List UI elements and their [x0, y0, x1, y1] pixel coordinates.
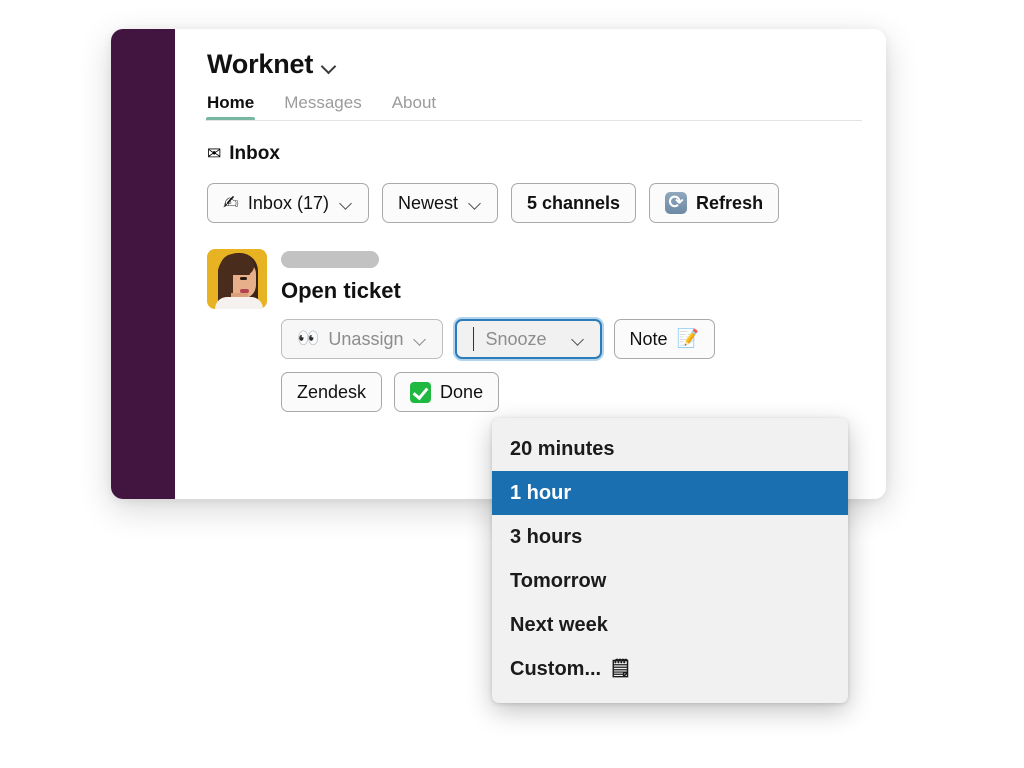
workspace-title-row[interactable]: Worknet [207, 51, 886, 78]
unassign-label: Unassign [328, 328, 404, 349]
ticket-item: Open ticket 👀 Unassign Snooze Note 📝 Zen… [207, 249, 886, 412]
inbox-filter-button[interactable]: ✍ Inbox (17) [207, 183, 369, 223]
menu-item-label: Next week [510, 613, 608, 636]
tab-messages[interactable]: Messages [284, 94, 361, 121]
snooze-label: Snooze [485, 328, 547, 349]
menu-item-label: Custom... [510, 657, 602, 680]
menu-item-label: 3 hours [510, 525, 583, 548]
text-cursor [473, 327, 475, 351]
refresh-icon [665, 192, 688, 214]
done-label: Done [440, 381, 484, 402]
avatar [207, 249, 267, 309]
inbox-section-heading: ✉ Inbox [207, 143, 886, 165]
calendar-note-icon: 🗒 [609, 658, 632, 679]
menu-item-custom[interactable]: Custom... 🗒 [492, 647, 848, 691]
chevron-down-icon [469, 199, 482, 207]
menu-item-next-week[interactable]: Next week [492, 603, 848, 647]
chevron-down-icon[interactable] [322, 61, 335, 69]
refresh-label: Refresh [696, 192, 764, 213]
channels-button[interactable]: 5 channels [511, 183, 637, 223]
menu-item-3-hours[interactable]: 3 hours [492, 515, 848, 559]
menu-item-20-minutes[interactable]: 20 minutes [492, 427, 848, 471]
ticket-actions-row-one: 👀 Unassign Snooze Note 📝 [281, 319, 715, 359]
menu-item-label: Tomorrow [510, 569, 607, 592]
inbox-section-label: Inbox [229, 143, 280, 164]
snooze-button[interactable]: Snooze [455, 319, 602, 359]
menu-item-tomorrow[interactable]: Tomorrow [492, 559, 848, 603]
sort-label: Newest [397, 192, 458, 213]
workspace-sidebar-rail[interactable] [111, 29, 175, 499]
channels-label: 5 channels [527, 192, 621, 213]
tab-divider [207, 120, 862, 121]
chevron-down-icon [414, 335, 427, 343]
inbox-toolbar: ✍ Inbox (17) Newest 5 channels Refresh [207, 183, 886, 223]
eyes-icon: 👀 [297, 328, 320, 349]
ticket-actions-row-two: Zendesk Done [281, 372, 715, 412]
writing-hand-icon: ✍ [223, 191, 239, 214]
tab-home[interactable]: Home [205, 94, 256, 121]
done-button[interactable]: Done [394, 372, 500, 412]
menu-item-label: 1 hour [510, 481, 572, 504]
zendesk-button[interactable]: Zendesk [281, 372, 383, 412]
screenshot-root: Worknet Home Messages About ✉ Inbox ✍ In… [0, 0, 1024, 768]
envelope-icon: ✉ [207, 143, 222, 164]
zendesk-label: Zendesk [297, 381, 367, 402]
page-title: Worknet [207, 49, 314, 79]
snooze-dropdown-menu[interactable]: 20 minutes 1 hour 3 hours Tomorrow Next … [492, 418, 848, 703]
memo-icon: 📝 [676, 328, 699, 349]
chevron-down-icon [340, 199, 353, 207]
ticket-title: Open ticket [281, 278, 401, 303]
menu-item-label: 20 minutes [510, 437, 615, 460]
note-label: Note [629, 328, 668, 349]
chevron-down-icon [572, 335, 585, 343]
refresh-button[interactable]: Refresh [649, 183, 780, 223]
inbox-filter-label: Inbox (17) [247, 192, 329, 213]
tab-about[interactable]: About [392, 94, 436, 121]
tab-bar: Home Messages About [205, 94, 862, 121]
unassign-button[interactable]: 👀 Unassign [281, 319, 444, 359]
redacted-name-bar [281, 251, 379, 268]
workspace-header: Worknet [175, 29, 886, 78]
ticket-content: Open ticket 👀 Unassign Snooze Note 📝 Zen… [281, 249, 715, 412]
green-check-icon [410, 381, 432, 403]
sort-button[interactable]: Newest [381, 183, 498, 223]
menu-item-1-hour[interactable]: 1 hour [492, 471, 848, 515]
note-button[interactable]: Note 📝 [613, 319, 715, 359]
